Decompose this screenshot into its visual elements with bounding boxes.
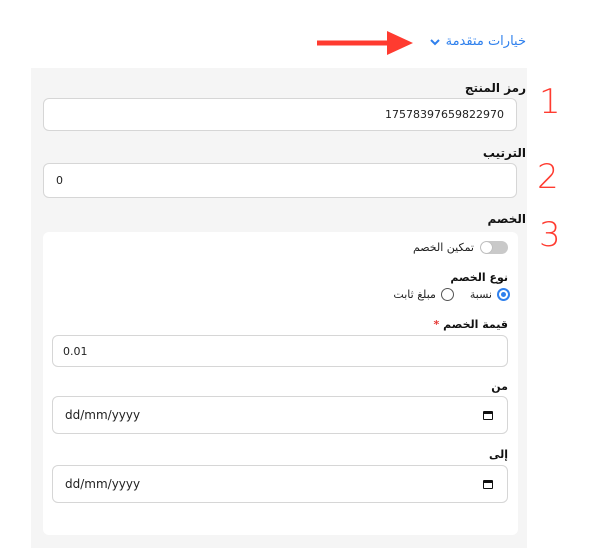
- advanced-options-label: خيارات متقدمة: [445, 34, 526, 49]
- discount-type-radios: نسبة مبلغ ثابت: [393, 288, 510, 301]
- radio-dot: [501, 292, 506, 297]
- sort-order-field[interactable]: 0: [43, 163, 517, 198]
- required-asterisk: *: [433, 318, 440, 331]
- discount-value-field[interactable]: 0.01: [52, 335, 508, 367]
- chevron-down-icon: [429, 38, 440, 45]
- advanced-options-toggle[interactable]: خيارات متقدمة: [429, 34, 526, 49]
- annotation-number-3: 3: [539, 215, 561, 255]
- radio-fixed-amount[interactable]: [440, 288, 454, 301]
- calendar-icon[interactable]: [483, 479, 493, 489]
- enable-discount-toggle[interactable]: [480, 241, 508, 254]
- enable-discount-label: تمكين الخصم: [412, 241, 474, 254]
- product-code-label: رمز المنتج: [464, 81, 526, 95]
- to-date-field[interactable]: dd/mm/yyyy: [52, 465, 508, 503]
- discount-section-label: الخصم: [487, 212, 526, 226]
- product-code-value: 17578397659822970: [385, 108, 504, 121]
- discount-value-label: قيمة الخصم *: [434, 318, 508, 331]
- to-date-placeholder: dd/mm/yyyy: [65, 477, 141, 491]
- sort-order-label: الترتيب: [482, 146, 526, 160]
- enable-discount-row: تمكين الخصم: [413, 241, 508, 254]
- radio-fixed-amount-label: مبلغ ثابت: [393, 288, 436, 301]
- radio-percent[interactable]: [497, 288, 510, 301]
- discount-value: 0.01: [63, 344, 88, 358]
- calendar-icon[interactable]: [483, 410, 493, 420]
- from-date-label: من: [491, 380, 508, 393]
- to-date-label: إلى: [488, 448, 508, 461]
- product-code-field[interactable]: 17578397659822970: [43, 98, 517, 131]
- annotation-number-2: 2: [537, 157, 559, 197]
- discount-value-label-text: قيمة الخصم: [443, 318, 508, 331]
- radio-percent-label: نسبة: [469, 288, 492, 301]
- annotation-arrow: [317, 31, 413, 55]
- toggle-knob: [481, 242, 492, 253]
- sort-order-value: 0: [56, 174, 63, 187]
- from-date-field[interactable]: dd/mm/yyyy: [52, 396, 508, 434]
- discount-type-label: نوع الخصم: [450, 271, 508, 284]
- annotation-number-1: 1: [539, 82, 561, 122]
- from-date-placeholder: dd/mm/yyyy: [65, 408, 141, 422]
